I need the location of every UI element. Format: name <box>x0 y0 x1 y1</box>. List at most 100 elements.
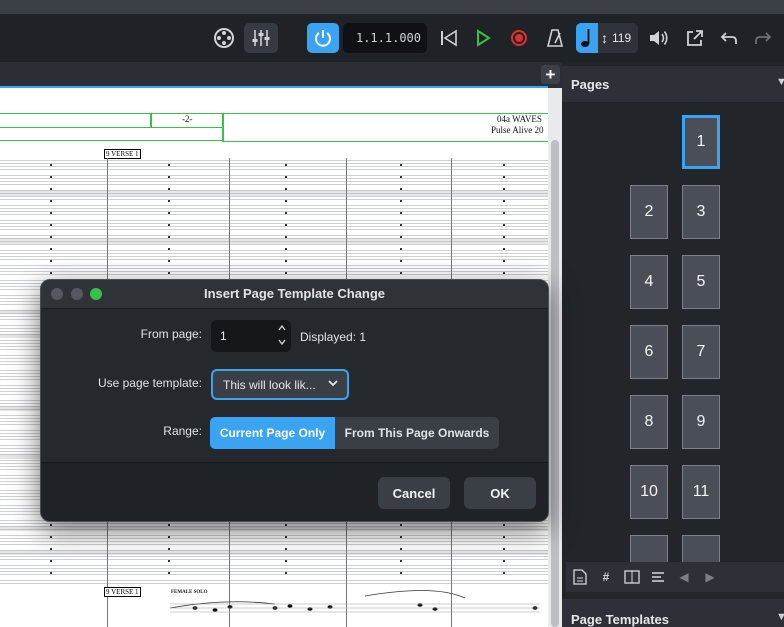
chevron-down-icon <box>327 377 339 392</box>
rest-mark <box>285 536 287 538</box>
spread-icon[interactable] <box>622 568 642 586</box>
rest-mark <box>285 572 287 574</box>
rest-mark <box>168 224 170 226</box>
tempo-arrows-icon: ↕ <box>601 30 608 46</box>
staff-line <box>0 211 548 212</box>
page-templates-title: Page Templates <box>571 612 670 627</box>
rest-mark <box>50 572 52 574</box>
rest-mark <box>400 272 402 274</box>
staff-line <box>0 529 548 530</box>
rest-mark <box>285 248 287 250</box>
export-icon[interactable] <box>682 23 708 53</box>
rest-mark <box>168 572 170 574</box>
rest-mark <box>285 260 287 262</box>
insert-page-template-dialog: Insert Page Template Change From page: 1… <box>40 279 549 522</box>
rest-mark <box>503 536 505 538</box>
page-thumbnail[interactable]: 4 <box>630 255 668 309</box>
staff-line <box>0 256 548 257</box>
staff-line <box>0 538 548 539</box>
page-thumbnail[interactable]: 3 <box>682 185 720 239</box>
chevron-left-icon[interactable]: ◀ <box>674 568 694 586</box>
page-thumbnail[interactable]: 10 <box>630 465 668 519</box>
range-current-page-only[interactable]: Current Page Only <box>210 417 335 449</box>
staff-line <box>0 196 548 197</box>
page-thumbnail[interactable]: 1 <box>682 115 720 169</box>
rest-mark <box>503 572 505 574</box>
page-thumbnail[interactable]: 9 <box>682 395 720 449</box>
page-thumbnail[interactable]: 6 <box>630 325 668 379</box>
rest-mark <box>50 260 52 262</box>
chevron-down-icon[interactable]: ▼ <box>776 611 784 623</box>
align-icon[interactable] <box>648 568 668 586</box>
rest-mark <box>168 212 170 214</box>
rest-mark <box>400 536 402 538</box>
rehearsal-mark: 9 VERSE 1 <box>104 149 141 159</box>
staff-line <box>0 190 548 191</box>
page-template-select[interactable]: This will look lik... <box>211 369 349 400</box>
dialog-title: Insert Page Template Change <box>203 286 386 301</box>
rest-mark <box>400 236 402 238</box>
staff-line <box>0 181 548 182</box>
staff-line <box>0 265 548 266</box>
staff-line <box>0 238 548 239</box>
staff-line <box>0 541 548 542</box>
staff-line <box>0 229 548 230</box>
score-scrollbar-thumb[interactable] <box>551 140 559 627</box>
rewind-icon[interactable] <box>436 23 462 53</box>
rest-mark <box>503 248 505 250</box>
undo-icon[interactable] <box>716 23 742 53</box>
rest-mark <box>50 236 52 238</box>
staff-line <box>0 166 548 167</box>
volume-icon[interactable] <box>646 23 672 53</box>
window-top-strip <box>0 0 784 14</box>
metronome-icon[interactable] <box>542 23 568 53</box>
page-number-icon[interactable]: # <box>596 568 616 586</box>
score-subtitle-text: Pulse Alive 20 <box>491 125 544 135</box>
rest-mark <box>168 248 170 250</box>
rest-mark <box>285 548 287 550</box>
rest-mark <box>168 176 170 178</box>
page-thumbnail[interactable]: 7 <box>682 325 720 379</box>
page-thumbnail[interactable]: 5 <box>682 255 720 309</box>
tempo-control[interactable]: ↕ 119 <box>576 23 638 53</box>
chevron-right-icon[interactable]: ▶ <box>700 568 720 586</box>
play-icon[interactable] <box>470 23 496 53</box>
rest-mark <box>400 248 402 250</box>
mixer-icon[interactable] <box>244 23 278 53</box>
staff-line <box>0 220 548 221</box>
staff-line <box>0 244 548 245</box>
redo-icon[interactable] <box>750 23 776 53</box>
staff-line <box>0 580 548 581</box>
rest-mark <box>285 560 287 562</box>
staff-line <box>0 526 548 527</box>
rest-mark <box>285 188 287 190</box>
record-icon[interactable] <box>506 23 532 53</box>
from-page-stepper[interactable] <box>275 321 289 351</box>
add-tab-button[interactable]: + <box>541 65 560 84</box>
page-thumbnail-partial[interactable] <box>630 535 668 562</box>
rest-mark <box>285 272 287 274</box>
cancel-button[interactable]: Cancel <box>378 477 450 509</box>
page-thumbnail[interactable]: 2 <box>630 185 668 239</box>
chevron-down-icon[interactable]: ▼ <box>776 76 784 88</box>
rest-mark <box>285 524 287 526</box>
dialog-titlebar[interactable]: Insert Page Template Change <box>41 280 548 309</box>
page-thumbnail-partial[interactable] <box>682 535 720 562</box>
video-icon[interactable] <box>208 23 240 53</box>
pages-panel-title: Pages <box>571 77 610 92</box>
rest-mark <box>168 272 170 274</box>
staff-line <box>0 559 548 560</box>
rest-mark <box>400 548 402 550</box>
rest-mark <box>50 272 52 274</box>
ok-button[interactable]: OK <box>464 477 536 509</box>
page-thumbnail[interactable]: 8 <box>630 395 668 449</box>
rest-mark <box>50 164 52 166</box>
rest-mark <box>400 524 402 526</box>
rest-mark <box>285 224 287 226</box>
range-from-this-page-onwards[interactable]: From This Page Onwards <box>335 417 499 449</box>
power-icon[interactable] <box>307 23 339 53</box>
page-template-icon[interactable] <box>570 568 590 586</box>
from-page-label: From page: <box>140 327 202 341</box>
page-thumbnail[interactable]: 11 <box>682 465 720 519</box>
rest-mark <box>400 212 402 214</box>
